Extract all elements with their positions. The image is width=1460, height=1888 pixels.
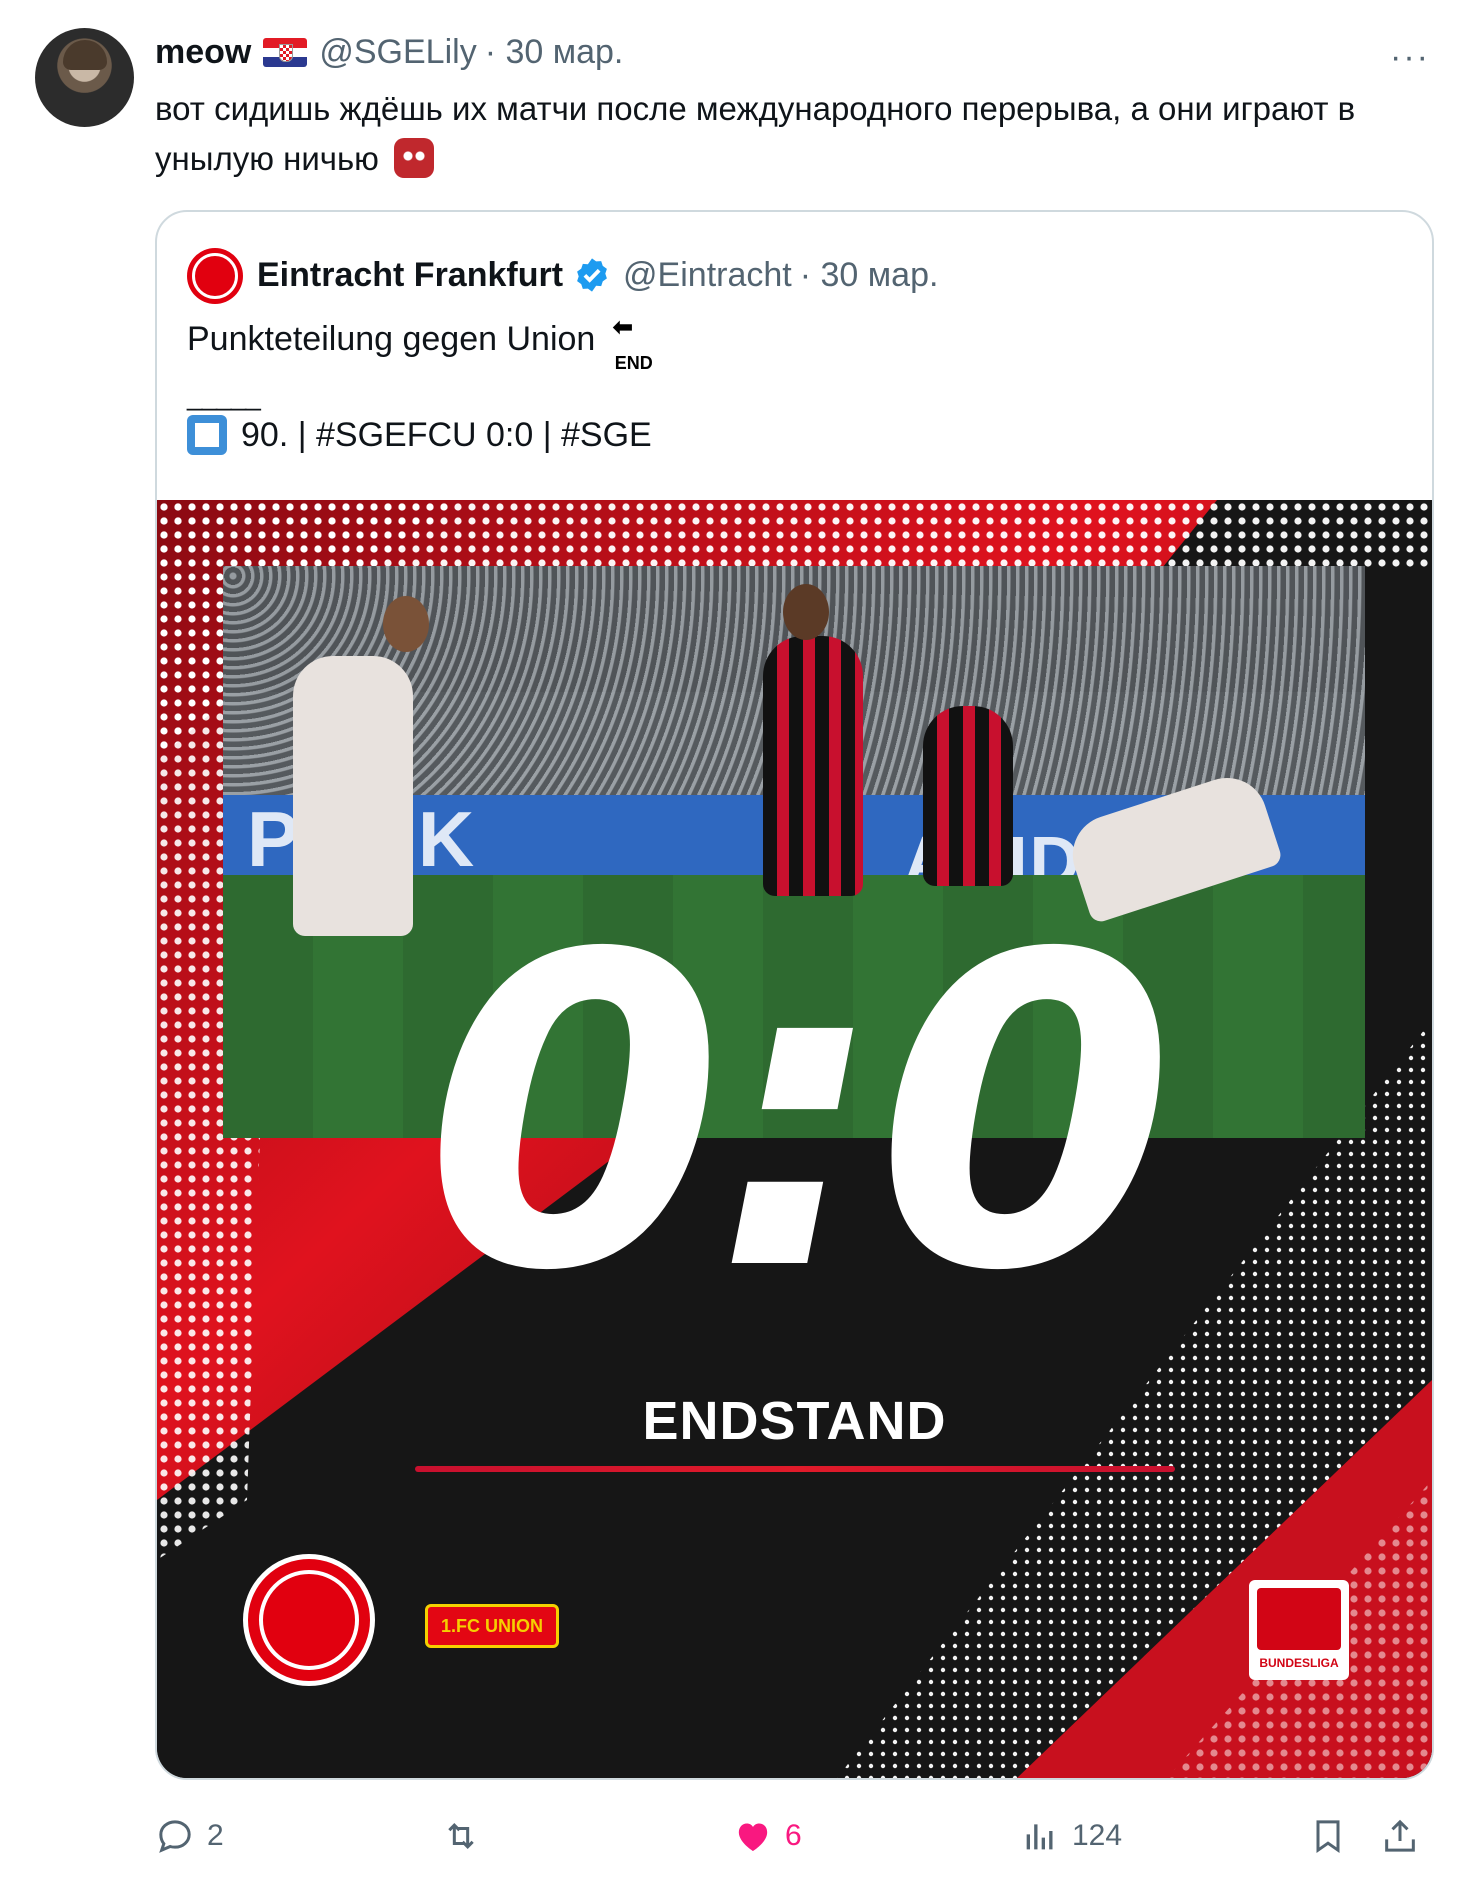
author-avatar[interactable] (35, 28, 134, 127)
tweet-text-content: вот сидишь ждёшь их матчи после междунар… (155, 90, 1356, 177)
tweet-timestamp[interactable]: · 30 мар. (485, 33, 624, 72)
endstand-underline (415, 1466, 1175, 1472)
quote-separator: _____ (187, 380, 261, 411)
croatia-flag-icon (263, 38, 308, 67)
bookmark-icon (1316, 1820, 1340, 1854)
share-button[interactable] (1380, 1810, 1432, 1862)
end-arrow-icon: ⬅ END (612, 314, 653, 374)
player-eintracht-2 (923, 706, 1013, 886)
union-berlin-logo-icon: 1.FC UNION (425, 1604, 559, 1648)
eintracht-logo-icon (243, 1554, 375, 1686)
player-head (783, 584, 829, 640)
like-button[interactable]: 6 (733, 1810, 802, 1862)
quote-score-text: 90. | #SGEFCU 0:0 | #SGE (241, 416, 652, 454)
quote-author-handle[interactable]: @Eintracht (623, 256, 792, 295)
reply-button[interactable]: 2 (155, 1810, 224, 1862)
reply-icon (159, 1820, 191, 1853)
quote-timestamp[interactable]: · 30 мар. (800, 256, 939, 295)
views-count: 124 (1072, 1819, 1123, 1852)
player-head (383, 596, 429, 652)
quote-author-avatar[interactable] (187, 248, 243, 304)
share-icon (1385, 1819, 1415, 1852)
quote-author-name[interactable]: Eintracht Frankfurt (257, 256, 563, 295)
blue-square-icon (187, 415, 227, 455)
bundesliga-logo-icon: BUNDESLIGA (1249, 1580, 1349, 1680)
more-options-icon[interactable]: ··· (1390, 38, 1430, 77)
quote-text-line1: Punkteteilung gegen Union ⬅ END (187, 314, 657, 374)
author-name[interactable]: meow (155, 33, 251, 72)
action-bar: 2 6 124 (155, 1810, 1430, 1862)
views-button[interactable]: 124 (1020, 1810, 1122, 1862)
ogre-emoji-icon (394, 138, 435, 178)
endstand-label: ENDSTAND (642, 1391, 947, 1451)
like-count: 6 (785, 1819, 802, 1852)
quote-header: Eintracht Frankfurt @Eintracht · 30 мар. (257, 250, 938, 300)
player-union-1 (293, 656, 413, 936)
retweet-button[interactable] (440, 1810, 494, 1862)
tweet-header: meow @SGELily · 30 мар. (155, 30, 623, 75)
match-result-graphic[interactable]: PARK ADIDAS 0:0 ENDSTAND 1.FC UNION BUND… (157, 500, 1432, 1778)
reply-count: 2 (207, 1819, 224, 1852)
quoted-tweet-card[interactable]: Eintracht Frankfurt @Eintracht · 30 мар.… (155, 210, 1434, 1780)
quote-text-line3: 90. | #SGEFCU 0:0 | #SGE (187, 410, 652, 460)
views-chart-icon (1026, 1824, 1053, 1850)
retweet-icon (448, 1823, 474, 1849)
tweet-text: вот сидишь ждёшь их матчи после междунар… (155, 84, 1395, 184)
player-eintracht-35 (763, 636, 863, 896)
heart-icon (738, 1823, 768, 1851)
eintracht-eagle-icon (192, 253, 238, 299)
bundesliga-logo-text: BUNDESLIGA (1259, 1656, 1339, 1670)
quote-text-content: Punkteteilung gegen Union (187, 320, 596, 358)
verified-badge-icon (577, 258, 607, 292)
final-score: 0:0 (424, 865, 1175, 1365)
bookmark-button[interactable] (1308, 1810, 1360, 1862)
author-handle[interactable]: @SGELily (319, 33, 476, 72)
